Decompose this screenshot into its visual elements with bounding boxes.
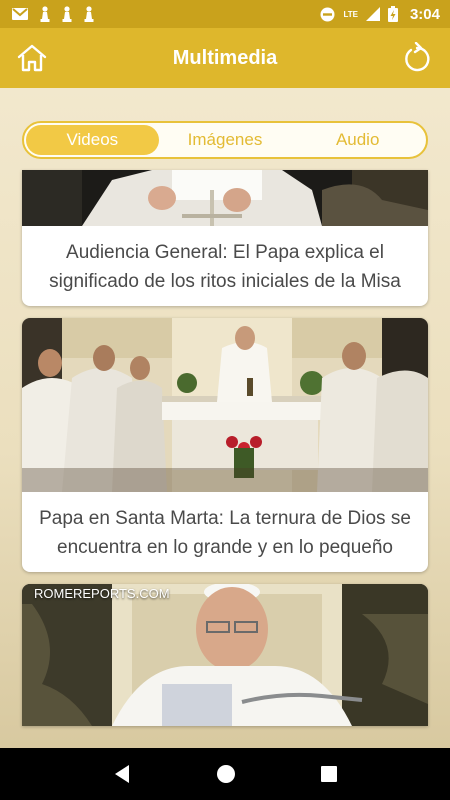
system-nav-bar	[0, 748, 450, 800]
video-card[interactable]: Papa en Santa Marta: La ternura de Dios …	[22, 318, 428, 572]
home-icon[interactable]	[16, 42, 48, 74]
app-bar: Multimedia	[0, 28, 450, 88]
page-title: Multimedia	[172, 46, 278, 69]
refresh-icon[interactable]	[402, 42, 432, 74]
back-icon[interactable]	[113, 764, 131, 784]
video-thumbnail[interactable]: ROMEREPORTS.COM	[22, 584, 428, 726]
chess-pawn-icon	[84, 6, 94, 22]
battery-charging-icon	[387, 6, 398, 22]
video-card[interactable]: ROMEREPORTS.COM	[22, 584, 428, 726]
recents-icon[interactable]	[321, 766, 338, 782]
media-tabs: Videos Imágenes Audio	[22, 121, 428, 159]
video-title: Audiencia General: El Papa explica el si…	[49, 242, 401, 292]
status-bar: LTE 3:04	[0, 0, 450, 28]
signal-icon	[365, 7, 380, 21]
status-time: 3:04	[409, 5, 440, 23]
tab-videos[interactable]: Videos	[26, 125, 159, 155]
tab-audio[interactable]: Audio	[291, 125, 424, 155]
video-title: Papa en Santa Marta: La ternura de Dios …	[39, 508, 411, 558]
network-type: LTE	[343, 9, 358, 19]
chess-pawn-icon	[62, 6, 72, 22]
home-circle-icon[interactable]	[216, 764, 236, 784]
video-thumbnail[interactable]	[22, 318, 428, 492]
video-watermark: ROMEREPORTS.COM	[34, 586, 170, 601]
video-thumbnail[interactable]	[22, 170, 428, 226]
gmail-icon	[12, 8, 28, 20]
video-card[interactable]: Audiencia General: El Papa explica el si…	[22, 170, 428, 306]
chess-pawn-icon	[40, 6, 50, 22]
status-system: LTE 3:04	[320, 6, 440, 23]
status-notifications	[12, 6, 94, 22]
tab-imagenes[interactable]: Imágenes	[159, 125, 292, 155]
do-not-disturb-icon	[320, 7, 335, 21]
